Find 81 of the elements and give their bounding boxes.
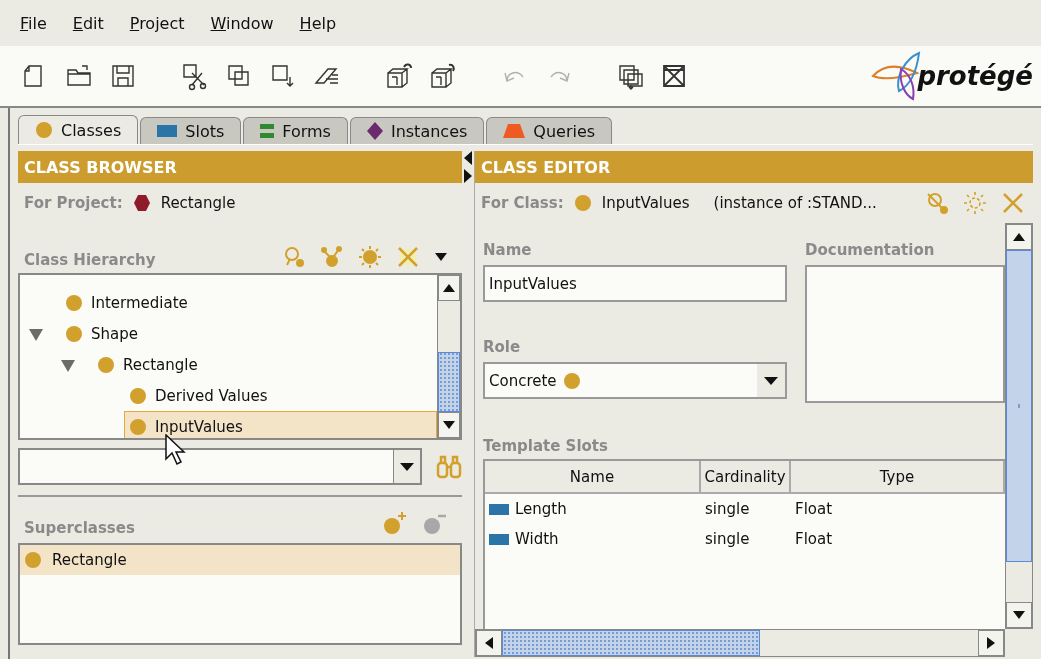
table-cell: Length	[485, 494, 701, 524]
scroll-up-button[interactable]	[438, 275, 460, 301]
list-item[interactable]: Rectangle	[20, 545, 460, 575]
section-label: Class Hierarchy	[24, 251, 156, 269]
scroll-down-button[interactable]	[1006, 602, 1032, 628]
tab[interactable]: Queries	[486, 117, 613, 144]
field-label: Role	[483, 338, 522, 356]
trapezoid-icon	[503, 124, 526, 138]
table-cell: Width	[485, 524, 701, 554]
class-icon	[65, 324, 83, 343]
project-label: For Project:	[24, 194, 123, 212]
column-header[interactable]: Cardinality	[701, 461, 791, 494]
search-field[interactable]	[18, 448, 422, 485]
menu-item[interactable]: Window	[210, 13, 274, 33]
menu-item[interactable]: Edit	[72, 13, 104, 33]
form-icon	[260, 123, 275, 139]
tab[interactable]: Classes	[18, 115, 139, 144]
scroll-down-button[interactable]	[438, 412, 460, 438]
up-arrow-icon	[443, 284, 455, 292]
tree-item[interactable]: Shape	[60, 318, 437, 349]
tree-item[interactable]: Intermediate	[60, 287, 437, 318]
class-icon	[65, 293, 83, 312]
field-label: Name	[483, 241, 533, 259]
scrollbar-thumb[interactable]	[438, 352, 460, 412]
class-label: For Class:	[481, 194, 564, 212]
down-arrow-icon	[1013, 611, 1025, 619]
tab[interactable]: Forms	[243, 117, 348, 144]
tree-item[interactable]: Derived Values	[124, 380, 437, 411]
scrollbar-thumb[interactable]	[502, 630, 760, 656]
instance-of-text: (instance of :STAND...	[713, 194, 877, 212]
column-header[interactable]: Type	[791, 461, 1005, 494]
class-icon	[562, 371, 581, 390]
scroll-left-button[interactable]	[476, 630, 502, 656]
documentation-field[interactable]	[805, 265, 1005, 403]
splitter-arrows-icon[interactable]	[464, 151, 472, 185]
hexagon-icon	[132, 194, 151, 212]
horizontal-scrollbar[interactable]	[475, 629, 1005, 657]
scrollbar-thumb[interactable]	[1006, 250, 1032, 562]
table-cell-text: single	[704, 529, 751, 550]
class-icon	[24, 551, 42, 569]
left-arrow-icon	[485, 637, 493, 649]
class-name: InputValues	[601, 194, 690, 212]
table-cell-text: Float	[794, 529, 834, 550]
panel-header: CLASS EDITOR	[475, 151, 1033, 183]
role-dropdown[interactable]: Concrete	[483, 362, 787, 399]
diamond-icon	[366, 122, 383, 140]
logo-text: protégé	[917, 61, 1033, 91]
menu-item[interactable]: Help	[299, 13, 337, 33]
dropdown-arrow-icon[interactable]	[434, 252, 448, 262]
undo-box-icon[interactable]	[384, 61, 414, 91]
project-name: Rectangle	[160, 194, 236, 212]
name-field[interactable]: InputValues	[483, 265, 787, 302]
column-header[interactable]: Name	[485, 461, 701, 494]
class-icon	[573, 194, 592, 212]
slot-icon	[157, 125, 178, 137]
scroll-right-button[interactable]	[978, 630, 1004, 656]
section-label: Template Slots	[483, 437, 609, 455]
class-icon	[129, 386, 147, 405]
table-cell-text: single	[704, 499, 751, 520]
right-arrow-icon	[987, 637, 995, 649]
tree-item[interactable]: InputValues	[124, 411, 437, 438]
tree-item[interactable]: Rectangle	[92, 349, 437, 380]
redo-box-icon[interactable]	[428, 61, 458, 91]
down-arrow-icon	[443, 421, 455, 429]
table-cell-text: Float	[794, 499, 834, 520]
scroll-up-button[interactable]	[1006, 224, 1032, 250]
panel-header: CLASS BROWSER	[18, 151, 462, 183]
class-icon	[129, 417, 147, 436]
menu-item[interactable]: File	[20, 13, 47, 33]
section-label: Superclasses	[24, 519, 135, 537]
class-icon	[35, 121, 53, 139]
menu-item[interactable]: Project	[129, 13, 185, 33]
field-label: Documentation	[805, 241, 936, 259]
dropdown-arrow-icon	[764, 376, 778, 385]
dropdown-arrow-icon	[400, 462, 414, 471]
up-arrow-icon	[1013, 233, 1025, 241]
slot-icon	[489, 533, 509, 545]
class-icon	[97, 355, 115, 374]
slot-icon	[489, 503, 509, 515]
tab[interactable]: Slots	[140, 117, 242, 144]
tab[interactable]: Instances	[349, 117, 485, 144]
